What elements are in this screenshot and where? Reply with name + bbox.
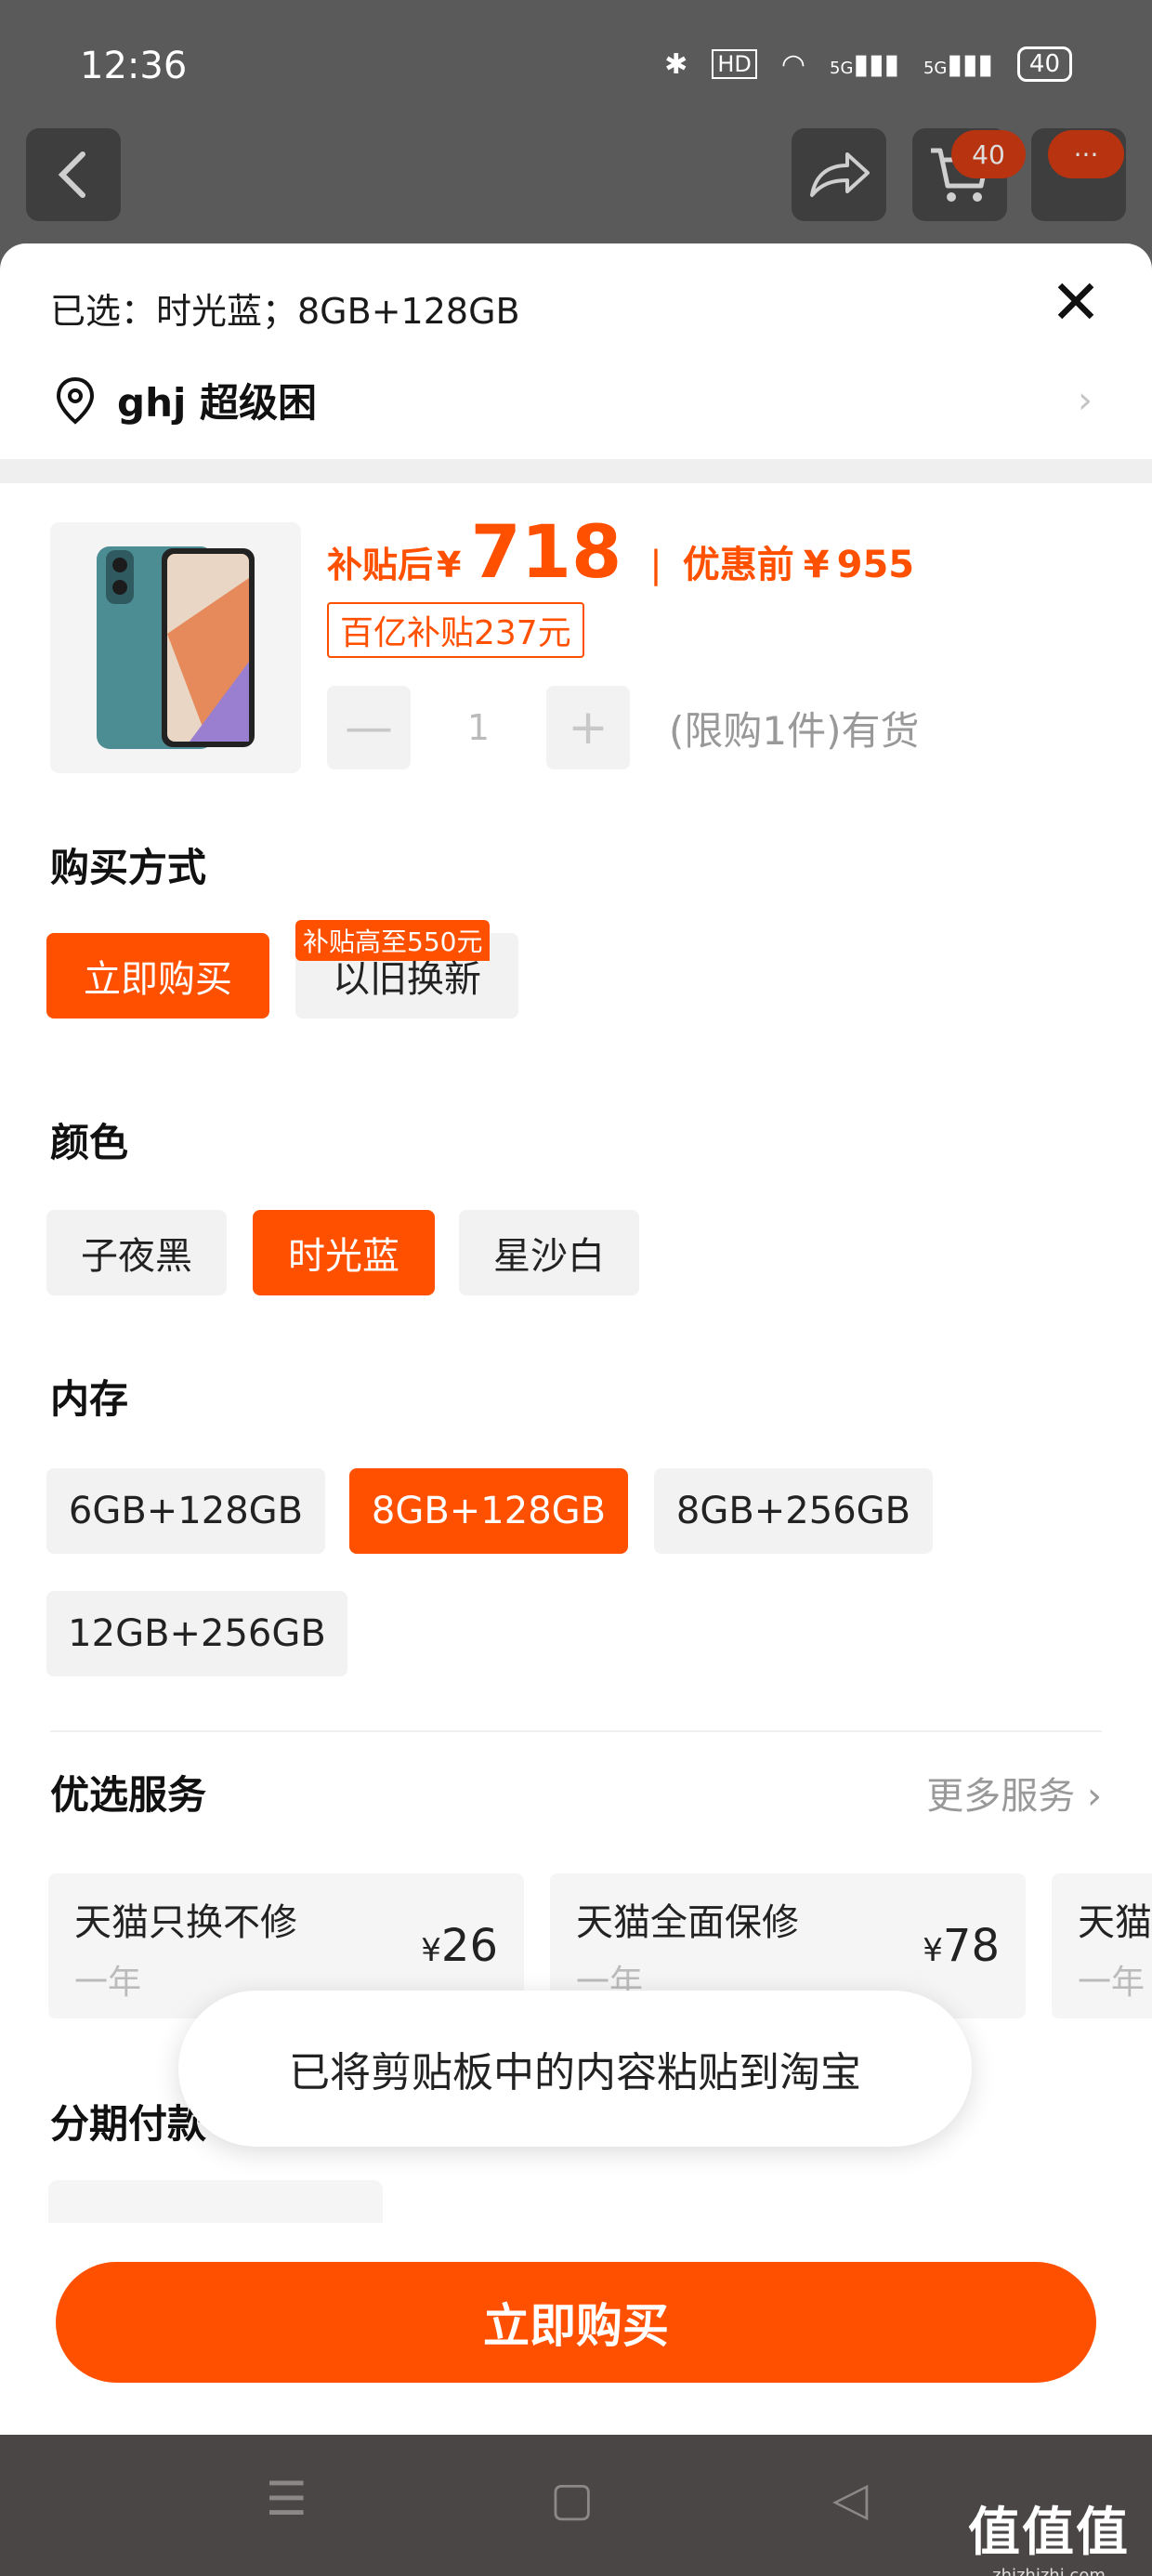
subsidy-badge: 百亿补贴237元 [327,602,584,658]
product-image [50,522,301,773]
address-row[interactable]: ghj 超级困 [50,372,317,428]
watermark: 值值值 zhizhizhi.com [968,2491,1130,2576]
status-time: 12:36 [80,45,188,87]
phone-image-icon [97,546,255,749]
increase-button[interactable]: + [546,686,630,769]
after-subsidy-label: 补贴后 [327,545,434,585]
memory-option-8-256[interactable]: 8GB+256GB [654,1468,933,1554]
trade-in-subsidy-tag: 补贴高至550元 [295,920,491,961]
price-row: 补贴后 ¥ 718 | 优惠前 ¥ 955 [327,511,914,595]
status-bar: 12:36 ✱ HD ◠ 5G▮▮▮ 5G▮▮▮ 40 [80,37,1072,93]
home-icon[interactable]: ▢ [550,2472,594,2526]
chevron-right-icon: › [1078,379,1093,422]
chevron-right-icon: › [1087,1775,1102,1818]
color-option-time-blue[interactable]: 时光蓝 [253,1210,435,1295]
decrease-button[interactable]: — [327,686,411,769]
option-buy-now[interactable]: 立即购买 [46,933,269,1019]
before-discount-price: 955 [836,544,915,586]
more-badge: ··· [1048,130,1124,178]
price-separator: | [649,544,662,586]
service-price: ¥26 [421,1920,498,1972]
memory-option-6-128[interactable]: 6GB+128GB [46,1468,325,1554]
memory-title: 内存 [50,1376,129,1422]
service-name: 天猫只换不修 [74,1901,297,1944]
more-services-link[interactable]: 更多服务 › [926,1766,1102,1820]
quantity-value[interactable]: 1 [411,707,546,748]
color-title: 颜色 [50,1120,129,1165]
stock-status: (限购1件)有货 [669,707,920,754]
signal-icon-2: 5G▮▮▮ [923,47,993,81]
before-discount-label: 优惠前 [682,544,794,586]
share-icon [810,152,870,197]
menu-icon[interactable]: ☰ [266,2472,308,2526]
clipboard-toast: 已将剪贴板中的内容粘贴到淘宝 [178,1991,972,2147]
watermark-site: zhizhizhi.com [992,2566,1106,2576]
close-button[interactable]: ✕ [1041,268,1111,338]
more-services-label: 更多服务 [926,1775,1076,1818]
service-name: 天猫 [1078,1901,1152,1944]
battery-icon: 40 [1016,46,1072,82]
bluetooth-icon: ✱ [664,47,688,81]
chevron-left-icon [58,151,85,198]
before-currency: ¥ [803,544,830,586]
service-term: 一年 [1078,1964,1145,2002]
service-card[interactable]: 天猫 一年 [1052,1873,1152,2018]
after-subsidy-price: 718 [470,511,622,595]
signal-icon-1: 5G▮▮▮ [830,47,899,81]
status-icons: ✱ HD ◠ 5G▮▮▮ 5G▮▮▮ 40 [664,46,1072,82]
memory-option-12-256[interactable]: 12GB+256GB [46,1591,347,1676]
selected-summary: 已选：时光蓝；8GB+128GB [50,291,520,332]
close-icon: ✕ [1050,267,1102,338]
address-text: ghj 超级困 [117,380,317,426]
back-triangle-icon[interactable]: ◁ [832,2472,868,2526]
share-button[interactable] [792,128,886,221]
installment-title: 分期付款 [50,2101,207,2147]
purchase-method-title: 购买方式 [50,845,207,890]
buy-now-button[interactable]: 立即购买 [56,2262,1096,2383]
cart-count-badge: 40 [951,130,1026,178]
service-term: 一年 [74,1964,142,2002]
quantity-stepper: — 1 + (限购1件)有货 [327,686,920,769]
watermark-logo: 值值值 [968,2503,1130,2563]
location-pin-icon [56,376,95,425]
color-option-star-white[interactable]: 星沙白 [459,1210,639,1295]
hd-icon: HD [712,49,757,79]
divider-line [50,1730,1102,1732]
wifi-icon: ◠ [780,47,806,81]
service-price: ¥78 [923,1920,1000,1972]
color-option-midnight-black[interactable]: 子夜黑 [46,1210,227,1295]
section-divider [0,459,1152,483]
after-currency: ¥ [437,545,462,585]
services-title: 优选服务 [50,1772,207,1818]
back-button[interactable] [26,128,121,221]
top-overlay: 12:36 ✱ HD ◠ 5G▮▮▮ 5G▮▮▮ 40 40 ··· [0,0,1152,251]
memory-option-8-128[interactable]: 8GB+128GB [349,1468,628,1554]
service-name: 天猫全面保修 [576,1901,799,1944]
